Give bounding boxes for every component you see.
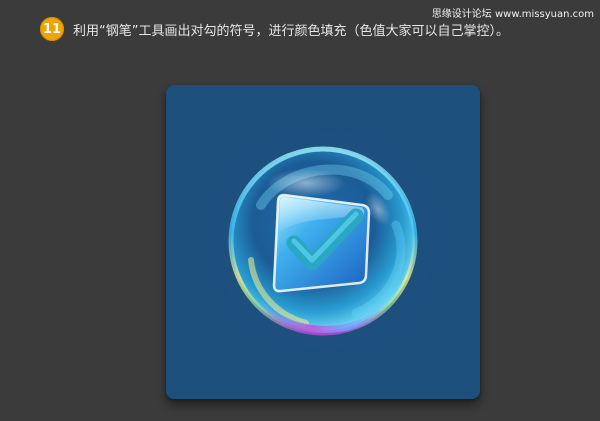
illustration-card (166, 85, 480, 399)
step-instruction: 11 利用“钢笔”工具画出对勾的符号，进行颜色填充（色值大家可以自己掌控）。 (40, 17, 509, 41)
tutorial-page: 思缘设计论坛 www.missyuan.com 11 利用“钢笔”工具画出对勾的… (0, 0, 600, 421)
step-description: 利用“钢笔”工具画出对勾的符号，进行颜色填充（色值大家可以自己掌控）。 (73, 23, 509, 39)
bubble-checkbox-illustration (194, 110, 454, 370)
step-number-badge: 11 (40, 17, 64, 41)
